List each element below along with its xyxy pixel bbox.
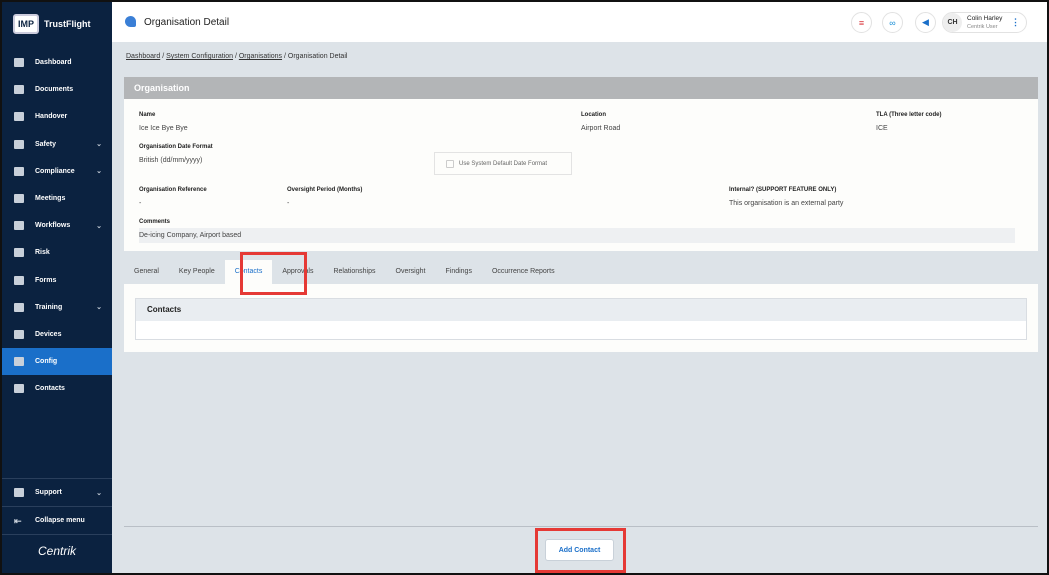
dashboard-icon <box>14 58 24 67</box>
sidebar-item-safety[interactable]: Safety ⌄ <box>2 131 112 158</box>
sidebar-item-handover[interactable]: Handover <box>2 103 112 130</box>
logo: IMP TrustFlight <box>13 14 91 34</box>
header: Organisation Detail ≡ ∞ ◀ CH Colin Harle… <box>112 2 1047 42</box>
tab-key-people[interactable]: Key People <box>169 260 225 284</box>
sidebar-item-forms[interactable]: Forms <box>2 267 112 294</box>
breadcrumb: Dashboard / System Configuration / Organ… <box>126 53 348 60</box>
chevron-down-icon: ⌄ <box>96 222 102 230</box>
sidebar-item-risk[interactable]: Risk <box>2 239 112 266</box>
tab-occurrence-reports[interactable]: Occurrence Reports <box>482 260 565 284</box>
sidebar-item-contacts[interactable]: Contacts <box>2 375 112 402</box>
collapse-menu-button[interactable]: ⇤ Collapse menu <box>2 507 112 534</box>
more-vert-icon[interactable]: ⋮ <box>1011 17 1020 28</box>
breadcrumb-organisations[interactable]: Organisations <box>239 53 282 60</box>
sidebar-item-training[interactable]: Training ⌄ <box>2 294 112 321</box>
tab-findings[interactable]: Findings <box>435 260 481 284</box>
risk-icon <box>14 248 24 258</box>
link-icon[interactable]: ∞ <box>882 12 903 33</box>
sidebar-item-compliance[interactable]: Compliance ⌄ <box>2 158 112 185</box>
sidebar-item-support[interactable]: Support ⌄ <box>2 479 112 506</box>
meetings-icon <box>14 194 24 203</box>
chevron-down-icon: ⌄ <box>96 168 102 176</box>
tab-general[interactable]: General <box>124 260 169 284</box>
sidebar: IMP TrustFlight Dashboard Documents Handove… <box>2 2 112 573</box>
default-date-format-checkbox[interactable]: Use System Default Date Format <box>434 152 572 175</box>
user-menu[interactable]: CH Colin Harley Centrik User ⋮ <box>942 12 1027 33</box>
chevron-down-icon: ⌄ <box>96 489 102 497</box>
sidebar-item-documents[interactable]: Documents <box>2 76 112 103</box>
card-title: Organisation <box>124 77 1038 99</box>
organisation-card: Organisation Name Ice Ice Bye Bye Locati… <box>124 77 1038 251</box>
highlight-add-contact <box>535 528 626 573</box>
forms-icon <box>14 275 24 285</box>
centrik-logo: Centrik <box>38 544 77 558</box>
avatar: CH <box>943 13 962 32</box>
chevron-down-icon: ⌄ <box>96 304 102 312</box>
support-icon <box>14 488 24 497</box>
sidebar-item-workflows[interactable]: Workflows ⌄ <box>2 212 112 239</box>
breadcrumb-system-configuration[interactable]: System Configuration <box>166 53 233 60</box>
comments-value: De-icing Company, Airport based <box>139 228 1015 243</box>
checkbox[interactable] <box>446 159 454 168</box>
workflows-icon <box>14 221 24 231</box>
sidebar-item-devices[interactable]: Devices <box>2 321 112 348</box>
collapse-icon: ⇤ <box>14 516 22 526</box>
database-icon[interactable]: ≡ <box>851 12 872 33</box>
divider <box>2 534 112 535</box>
config-icon <box>125 16 136 27</box>
chevron-down-icon: ⌄ <box>96 141 102 149</box>
config-icon <box>14 357 24 367</box>
sidebar-item-meetings[interactable]: Meetings <box>2 185 112 212</box>
contacts-icon <box>14 384 24 394</box>
sidebar-item-config[interactable]: Config <box>2 348 112 376</box>
breadcrumb-dashboard[interactable]: Dashboard <box>126 53 160 60</box>
compliance-icon <box>14 166 24 176</box>
handover-icon <box>14 112 24 122</box>
documents-icon <box>14 85 24 95</box>
tab-relationships[interactable]: Relationships <box>323 260 385 284</box>
highlight-contacts-tab <box>240 252 307 295</box>
safety-icon <box>14 139 24 149</box>
training-icon <box>14 302 24 312</box>
contacts-box: Contacts <box>135 298 1027 340</box>
tab-bar: General Key People Contacts Approvals Relati… <box>124 260 565 284</box>
megaphone-icon[interactable]: ◀ <box>915 12 936 33</box>
sidebar-item-dashboard[interactable]: Dashboard <box>2 49 112 76</box>
devices-icon <box>14 330 24 339</box>
divider <box>124 526 1038 527</box>
page-title: Organisation Detail <box>144 17 230 28</box>
tab-oversight[interactable]: Oversight <box>386 260 436 284</box>
